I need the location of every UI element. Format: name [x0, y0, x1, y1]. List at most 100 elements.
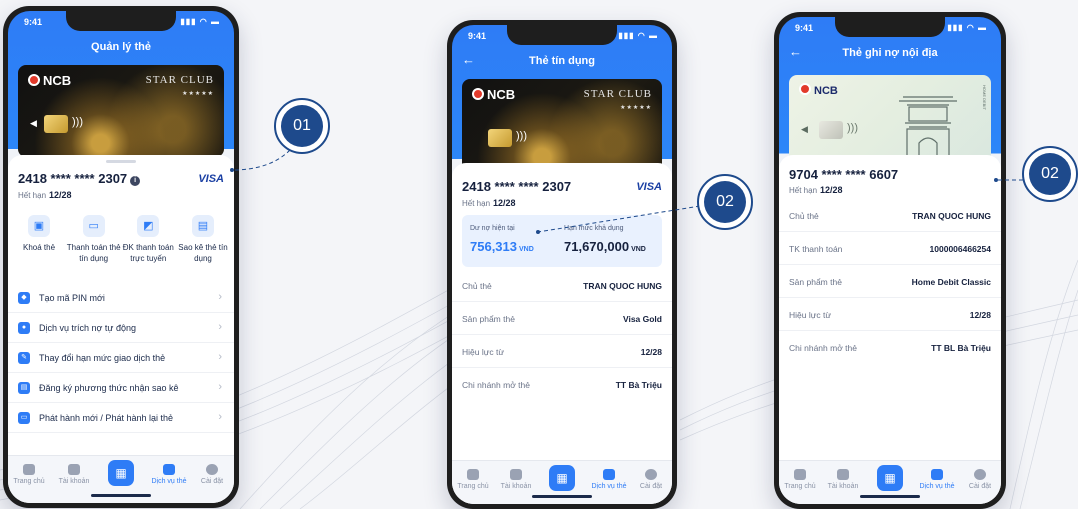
tab-settings[interactable]: Cài đặt [633, 469, 669, 490]
info-key: Chủ thẻ [789, 211, 819, 221]
page-title: Thẻ tín dụng [529, 55, 595, 67]
info-key: Sản phẩm thẻ [789, 277, 842, 287]
status-bar: 9:41 ▮▮▮ ◠ ▬ [468, 31, 658, 45]
info-row-account: TK thanh toán 1000006466254 [779, 232, 1001, 265]
info-row-holder: Chủ thẻ TRAN QUOC HUNG [452, 269, 672, 302]
expiry-value: 12/28 [820, 185, 843, 195]
bottom-tab-bar: Trang chủ Tài khoản ▦ Dịch vụ thẻ Cài đặ… [8, 455, 234, 503]
info-value: 12/28 [640, 347, 662, 357]
signal-battery-icon: ▮▮▮ ◠ ▬ [618, 31, 658, 40]
card-service-icon [163, 464, 175, 475]
tab-account[interactable]: Tài khoản [498, 469, 534, 490]
home-indicator [91, 494, 151, 497]
credit-card-image[interactable]: NCB STAR CLUB ★★★★★ ◀ ))) [18, 65, 224, 157]
screen: 9:41 ▮▮▮ ◠ ▬ ← Thẻ tín dụng NCB STAR CLU… [452, 25, 672, 504]
action-pay-credit-card[interactable]: ▭ Thanh toán thẻ tín dụng [67, 215, 121, 264]
menu-item-statement-method[interactable]: ▤ Đăng ký phương thức nhận sao kê › [8, 373, 234, 403]
chevron-right-icon: › [218, 321, 222, 333]
tab-label: Dịch vụ thẻ [919, 483, 955, 490]
tab-label: Trang chủ [13, 478, 45, 485]
arrow-left-icon: ◀ [30, 118, 37, 128]
info-row-product: Sản phẩm thẻ Home Debit Classic [779, 265, 1001, 298]
qr-button[interactable]: ▦ [108, 460, 134, 486]
info-value: Visa Gold [622, 314, 662, 324]
wallet-icon [510, 469, 522, 480]
card-tier: STAR CLUB ★★★★★ [584, 88, 652, 112]
callout-number: 01 [281, 105, 323, 147]
info-key: Hiệu lực từ [462, 347, 505, 357]
current-debt-value: 756,313 VND [470, 239, 534, 254]
action-statement[interactable]: ▤ Sao kê thẻ tín dụng [176, 215, 230, 264]
card-detail-sheet: 9704 **** **** 6607 Hết hạn 12/28 Chủ thẻ… [779, 155, 1001, 504]
tab-account[interactable]: Tài khoản [825, 469, 861, 490]
card-info-list: Chủ thẻ TRAN QUOC HUNG Sản phẩm thẻ Visa G… [452, 269, 672, 401]
status-bar: 9:41 ▮▮▮ ◠ ▬ [24, 17, 220, 31]
tab-label: Cài đặt [968, 483, 992, 490]
chip-icon [819, 121, 843, 139]
logo-text: NCB [43, 73, 72, 88]
online-payment-icon: ◩ [137, 215, 160, 237]
info-key: Chủ thẻ [462, 281, 492, 291]
visa-logo: VISA [198, 173, 224, 185]
menu-item-auto-debit[interactable]: ● Dịch vụ trích nợ tự động › [8, 313, 234, 343]
phone-debit-card: 9:41 ▮▮▮ ◠ ▬ ← Thẻ ghi nợ nội địa NCB ◀ … [774, 12, 1006, 509]
edit-icon: ✎ [18, 352, 30, 364]
tab-home[interactable]: Trang chủ [11, 464, 47, 485]
info-key: Sản phẩm thẻ [462, 314, 515, 324]
action-lock-card[interactable]: ▣ Khoá thẻ [12, 215, 66, 264]
status-bar: 9:41 ▮▮▮ ◠ ▬ [795, 23, 987, 37]
tab-card-service[interactable]: Dịch vụ thẻ [916, 469, 958, 490]
card-menu: ◆ Tạo mã PIN mới › ● Dịch vụ trích nợ tự độ… [8, 283, 234, 433]
tab-home[interactable]: Trang chủ [455, 469, 491, 490]
tab-label: Tài khoản [500, 483, 532, 490]
tab-card-service[interactable]: Dịch vụ thẻ [148, 464, 190, 485]
expiry-value: 12/28 [493, 198, 516, 208]
status-time: 9:41 [795, 23, 814, 33]
info-value: TRAN QUOC HUNG [912, 211, 991, 221]
info-key: Hiệu lực từ [789, 310, 832, 320]
menu-item-new-pin[interactable]: ◆ Tạo mã PIN mới › [8, 283, 234, 313]
document-icon: ▤ [18, 382, 30, 394]
action-register-online-payment[interactable]: ◩ ĐK thanh toán trực tuyến [121, 215, 175, 264]
ncb-logo: NCB [28, 73, 71, 88]
info-key: Chi nhánh mở thẻ [789, 343, 857, 353]
card-number: 9704 **** **** 6607 [789, 167, 899, 182]
tab-home[interactable]: Trang chủ [782, 469, 818, 490]
info-value: TT Bà Triệu [615, 380, 662, 390]
expiry-value: 12/28 [49, 190, 72, 200]
bottom-tab-bar: Trang chủ Tài khoản ▦ Dịch vụ thẻ Cài đặ… [452, 460, 672, 504]
menu-item-reissue-card[interactable]: ▭ Phát hành mới / Phát hành lại thẻ › [8, 403, 234, 433]
qr-icon: ▦ [115, 466, 127, 480]
card-service-icon [931, 469, 943, 480]
callout-02-credit: 02 [697, 174, 753, 230]
card-side-label: HOME DEBIT [982, 85, 987, 110]
logo-text: NCB [814, 85, 838, 97]
qr-button[interactable]: ▦ [877, 465, 903, 491]
action-label: ĐK thanh toán trực tuyến [122, 243, 174, 263]
card-tier-stars: ★★★★★ [620, 105, 652, 111]
card-number: 2418 **** **** 2307 i [18, 171, 141, 186]
settings-icon [645, 469, 657, 480]
menu-label: Thay đổi hạn mức giao dịch thẻ [39, 353, 166, 363]
menu-item-change-limit[interactable]: ✎ Thay đổi hạn mức giao dịch thẻ › [8, 343, 234, 373]
tab-label: Tài khoản [58, 478, 90, 485]
card-expiry: Hết hạn 12/28 [462, 198, 516, 208]
home-indicator [860, 495, 920, 498]
action-label: Thanh toán thẻ tín dụng [66, 243, 121, 263]
quick-actions: ▣ Khoá thẻ ▭ Thanh toán thẻ tín dụng ◩ ĐK t… [12, 215, 230, 264]
tab-settings[interactable]: Cài đặt [194, 464, 230, 485]
tab-settings[interactable]: Cài đặt [962, 469, 998, 490]
sheet-handle[interactable] [106, 160, 136, 163]
tab-account[interactable]: Tài khoản [56, 464, 92, 485]
callout-number: 02 [704, 181, 746, 223]
qr-button[interactable]: ▦ [549, 465, 575, 491]
info-icon[interactable]: i [130, 176, 141, 186]
card-expiry: Hết hạn 12/28 [789, 185, 843, 195]
shield-icon: ◆ [18, 292, 30, 304]
home-icon [467, 469, 479, 480]
info-row-branch: Chi nhánh mở thẻ TT Bà Triệu [452, 368, 672, 401]
menu-label: Phát hành mới / Phát hành lại thẻ [39, 413, 173, 423]
tab-card-service[interactable]: Dịch vụ thẻ [588, 469, 630, 490]
tab-label: Tài khoản [827, 483, 859, 490]
menu-label: Dịch vụ trích nợ tự động [39, 323, 136, 333]
